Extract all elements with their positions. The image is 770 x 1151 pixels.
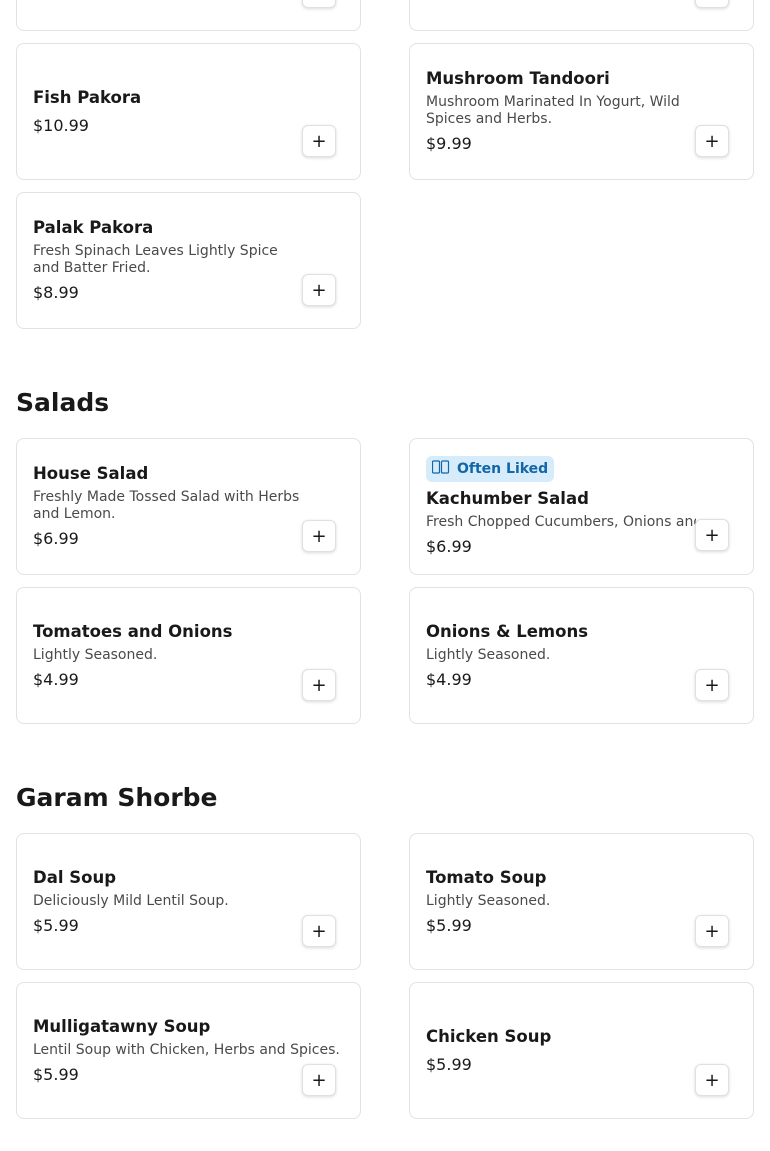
menu-item-card-mulligatawny-soup[interactable]: Mulligatawny Soup Lentil Soup with Chick… <box>16 982 361 1119</box>
item-name: Kachumber Salad <box>426 488 589 508</box>
add-item-button[interactable]: + <box>302 1064 336 1096</box>
add-item-button[interactable]: + <box>302 0 336 8</box>
item-price: $5.99 <box>426 1054 472 1074</box>
add-item-button[interactable]: + <box>695 1064 729 1096</box>
often-liked-badge: Often Liked <box>426 455 555 482</box>
menu-item-card-tomato-soup[interactable]: Tomato Soup Lightly Seasoned. $5.99 + <box>409 833 754 970</box>
add-item-button[interactable]: + <box>302 125 336 157</box>
add-item-button[interactable]: + <box>302 520 336 552</box>
item-name: Dal Soup <box>33 867 117 887</box>
item-description: Deliciously Mild Lentil Soup. <box>33 892 229 909</box>
item-name: Fish Pakora <box>33 87 142 107</box>
menu-item-card-fish-pakora[interactable]: Fish Pakora $10.99 + <box>16 43 361 180</box>
item-description: Lentil Soup with Chicken, Herbs and Spic… <box>33 1041 340 1058</box>
menu-item-card-dal-soup[interactable]: Dal Soup Deliciously Mild Lentil Soup. $… <box>16 833 361 970</box>
item-name: Mushroom Tandoori <box>426 69 610 88</box>
add-item-button[interactable]: + <box>302 669 336 701</box>
menu-item-card-palak-pakora[interactable]: Palak Pakora Fresh Spinach Leaves Lightl… <box>16 192 361 329</box>
section-title-garam-shorbe: Garam Shorbe <box>16 783 218 812</box>
add-item-button[interactable]: + <box>695 519 729 551</box>
item-name: Tomato Soup <box>426 867 547 887</box>
badge-label: Often Liked <box>457 460 549 477</box>
item-name: Chicken Soup <box>426 1026 552 1046</box>
thumbs-up-icon <box>431 459 450 478</box>
menu-item-card-partial[interactable]: + <box>16 0 361 31</box>
item-description: Freshly Made Tossed Salad with Herbs and… <box>33 489 300 522</box>
add-item-button[interactable]: + <box>695 915 729 947</box>
section-title-salads: Salads <box>16 388 110 417</box>
item-price: $5.99 <box>426 915 472 935</box>
menu-item-card-house-salad[interactable]: House Salad Freshly Made Tossed Salad wi… <box>16 438 361 575</box>
item-description: Mushroom Marinated In Yogurt, Wild Spice… <box>426 94 680 127</box>
item-description: Lightly Seasoned. <box>426 646 551 663</box>
item-name: Onions & Lemons <box>426 621 589 641</box>
item-price: $6.99 <box>33 529 79 548</box>
item-description: Lightly Seasoned. <box>33 646 158 663</box>
menu-item-card-onions-lemons[interactable]: Onions & Lemons Lightly Seasoned. $4.99 … <box>409 587 754 724</box>
add-item-button[interactable]: + <box>695 669 729 701</box>
menu-item-card-partial[interactable]: + <box>409 0 754 31</box>
menu-item-card-mushroom-tandoori[interactable]: Mushroom Tandoori Mushroom Marinated In … <box>409 43 754 180</box>
item-description: Fresh Spinach Leaves Lightly Spice and B… <box>33 243 278 276</box>
menu-item-card-tomatoes-onions[interactable]: Tomatoes and Onions Lightly Seasoned. $4… <box>16 587 361 724</box>
menu-item-card-chicken-soup[interactable]: Chicken Soup $5.99 + <box>409 982 754 1119</box>
add-item-button[interactable]: + <box>302 915 336 947</box>
item-price: $4.99 <box>33 669 79 689</box>
item-price: $8.99 <box>33 283 79 302</box>
add-item-button[interactable]: + <box>695 125 729 157</box>
item-name: Tomatoes and Onions <box>33 621 233 641</box>
add-item-button[interactable]: + <box>302 274 336 306</box>
item-description: Lightly Seasoned. <box>426 892 551 909</box>
item-price: $5.99 <box>33 915 79 935</box>
menu-item-card-kachumber-salad[interactable]: Often Liked Kachumber Salad Fresh Choppe… <box>409 438 754 575</box>
item-price: $9.99 <box>426 134 472 153</box>
item-price: $4.99 <box>426 669 472 689</box>
item-name: House Salad <box>33 464 149 483</box>
item-description: Fresh Chopped Cucumbers, Onions and <box>426 513 696 530</box>
add-item-button[interactable]: + <box>695 0 729 8</box>
item-name: Mulligatawny Soup <box>33 1016 211 1036</box>
item-price: $10.99 <box>33 115 89 135</box>
item-name: Palak Pakora <box>33 218 154 237</box>
